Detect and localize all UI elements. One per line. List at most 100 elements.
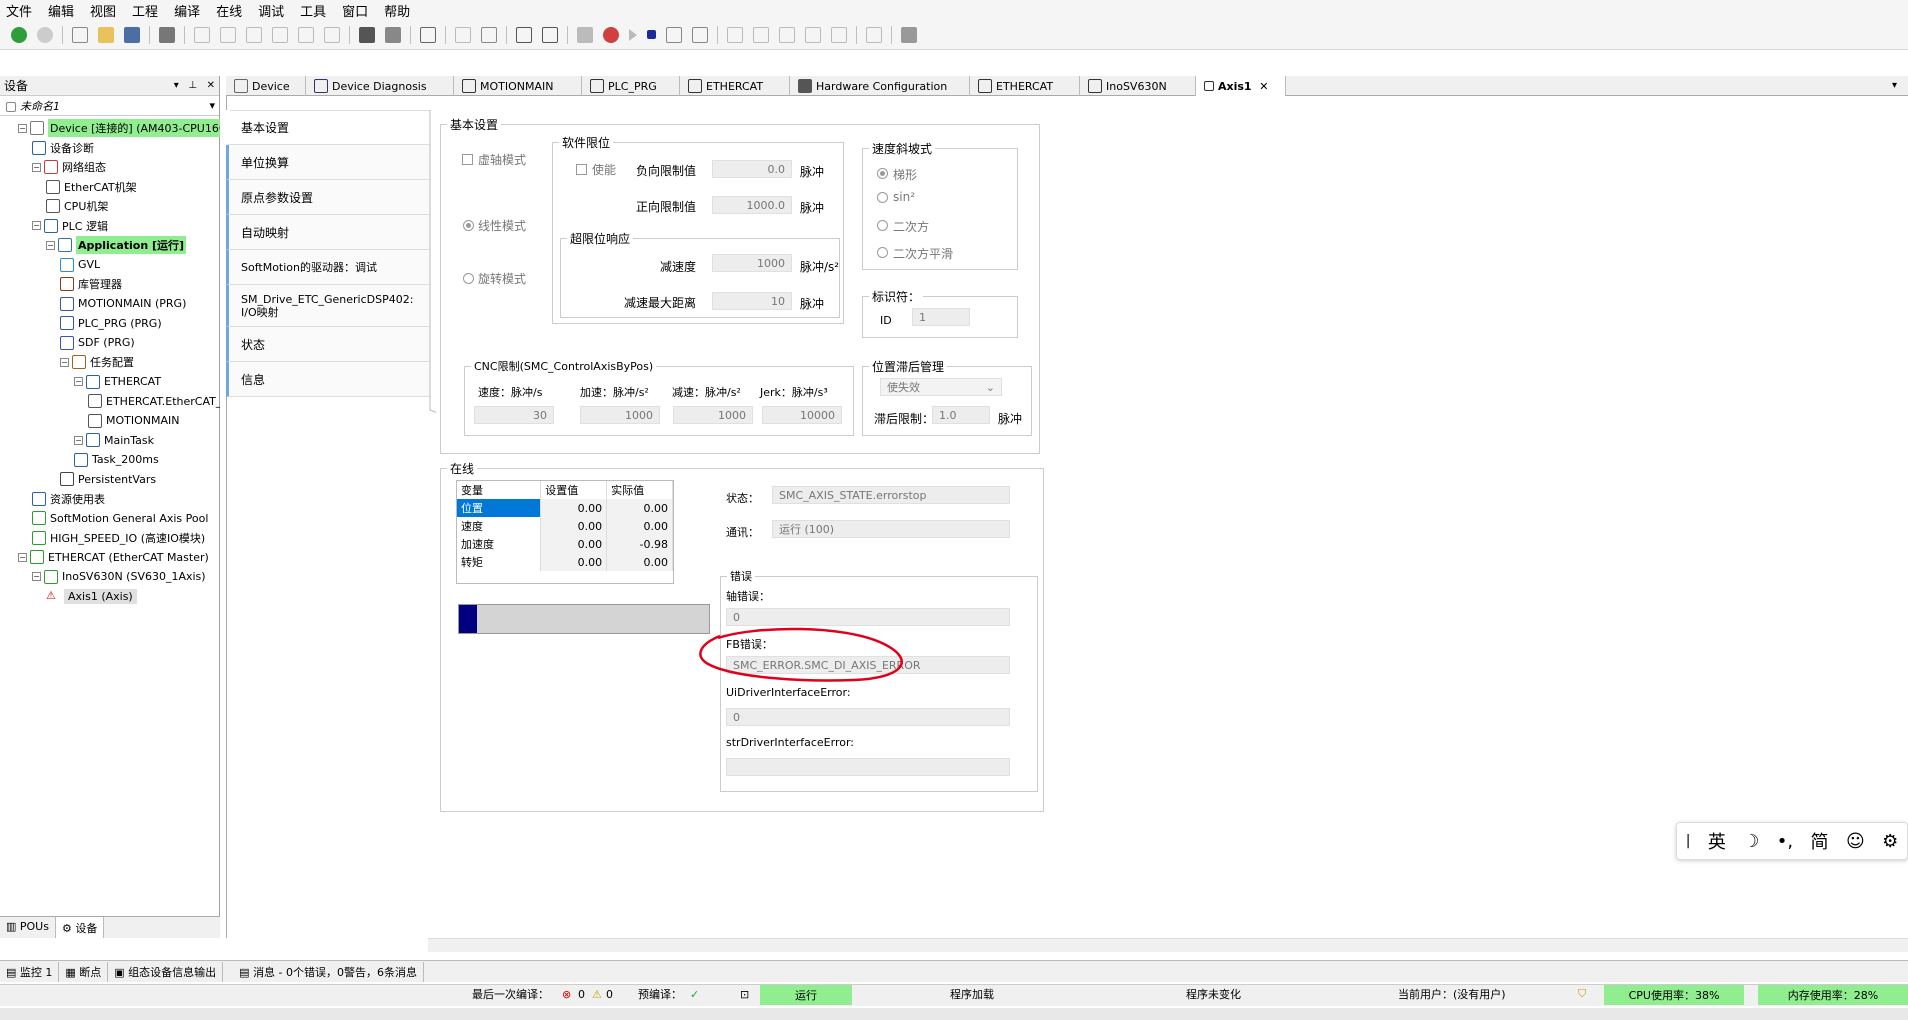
tree-item[interactable]: CPU机架 (46, 196, 220, 216)
menu-edit[interactable]: 编辑 (48, 1, 74, 20)
replace-icon[interactable] (385, 26, 401, 43)
ramp-quadratic-radio[interactable] (877, 220, 888, 231)
tree-expander-icon[interactable]: − (74, 435, 83, 445)
menu-online[interactable]: 在线 (216, 1, 242, 20)
doc-tab-plc-prg[interactable]: PLC_PRG (582, 76, 680, 96)
step-over-icon[interactable] (753, 26, 769, 43)
tree-expander-icon[interactable]: − (18, 123, 27, 133)
new-file-icon[interactable] (72, 26, 88, 43)
emoji-icon[interactable]: ☺ (1846, 831, 1865, 852)
punctuation-icon[interactable]: •, (1777, 831, 1793, 852)
step-into-icon[interactable] (779, 26, 795, 43)
tab-pous[interactable]: ▥ POUs (0, 917, 56, 938)
tree-item[interactable]: SDF (PRG) (60, 333, 220, 353)
print-icon[interactable] (159, 26, 175, 43)
lock-icon[interactable]: ⊡ (740, 984, 749, 1004)
save-icon[interactable] (124, 26, 140, 43)
insert-icon[interactable] (481, 26, 497, 43)
menu-build[interactable]: 编译 (174, 1, 200, 20)
redo-icon[interactable] (220, 26, 236, 43)
ramp-sin2-radio[interactable] (877, 192, 888, 203)
find-icon[interactable] (359, 26, 375, 43)
delete-icon[interactable] (324, 26, 340, 43)
cut-icon[interactable] (246, 26, 262, 43)
tree-expander-icon[interactable]: − (74, 377, 83, 386)
tree-item[interactable]: Task_200ms (74, 450, 220, 470)
write-values-icon[interactable] (692, 26, 708, 43)
start-icon[interactable] (629, 28, 637, 41)
stop-icon[interactable] (647, 30, 656, 39)
tree-item[interactable]: − 任务配置 (60, 352, 220, 372)
ime-drag-handle[interactable]: | (1686, 833, 1691, 849)
tree-expander-icon[interactable]: − (32, 572, 41, 581)
copy-icon[interactable] (272, 26, 288, 43)
paste-icon[interactable] (298, 26, 314, 43)
cnc-decel-field[interactable]: 1000 (673, 406, 753, 424)
tree-expander-icon[interactable]: − (18, 552, 27, 562)
editor-h-scrollbar[interactable] (428, 938, 1908, 952)
rotary-mode-radio[interactable] (463, 273, 474, 284)
tree-item[interactable]: SoftMotion General Axis Pool (32, 508, 220, 528)
tab-devices[interactable]: ⚙ 设备 (55, 917, 105, 938)
neg-limit-field[interactable]: 0.0 (712, 160, 792, 178)
menu-view[interactable]: 视图 (90, 1, 116, 20)
tree-item[interactable]: MOTIONMAIN (88, 411, 220, 431)
doc-tab-device-diagnosis[interactable]: Device Diagnosis (306, 76, 454, 96)
panel-menu-icon[interactable]: ▾ (174, 80, 179, 91)
ime-language-toggle[interactable]: 英 (1708, 828, 1726, 854)
table-row[interactable]: 加速度 0.00 -0.98 (457, 535, 673, 553)
tree-item[interactable]: PersistentVars (60, 469, 220, 489)
tree-item[interactable]: 设备诊断 (32, 138, 220, 158)
close-tab-icon[interactable]: ✕ (1259, 80, 1268, 93)
tab-device-config-output[interactable]: ▣ 组态设备信息输出 (108, 961, 224, 982)
run-to-cursor-icon[interactable] (831, 26, 847, 43)
ramp-quadratic-smooth-radio[interactable] (877, 247, 888, 258)
tree-item[interactable]: ETHERCAT.EtherCAT_Task (88, 391, 220, 411)
tree-item[interactable]: − ETHERCAT (EtherCAT Master) (18, 547, 220, 567)
moon-icon[interactable]: ☽ (1743, 831, 1759, 852)
linear-mode-radio[interactable] (463, 220, 474, 231)
tree-item[interactable]: − MainTask (74, 430, 220, 450)
forward-icon[interactable] (37, 26, 53, 43)
pin-icon[interactable]: ⊥ (188, 80, 197, 91)
doc-tab-axis1[interactable]: Axis1 ✕ (1196, 76, 1286, 96)
menu-help[interactable]: 帮助 (384, 1, 410, 20)
pos-limit-field[interactable]: 1000.0 (712, 196, 792, 214)
settings-gear-icon[interactable]: ⚙ (1882, 831, 1898, 852)
menu-tools[interactable]: 工具 (300, 1, 326, 20)
tree-item[interactable]: EtherCAT机架 (46, 177, 220, 197)
ramp-trapezoid-radio[interactable] (877, 168, 888, 179)
lag-limit-field[interactable]: 1.0 (932, 406, 990, 424)
table-row[interactable]: 速度 0.00 0.00 (457, 517, 673, 535)
tree-item[interactable]: 资源使用表 (32, 489, 220, 509)
tab-watch-1[interactable]: ▤ 监控 1 (0, 961, 60, 982)
soft-limit-enable-checkbox[interactable] (576, 164, 587, 175)
project-combo[interactable]: 未命名1 ▾ (0, 96, 219, 116)
tree-item[interactable]: − Application [运行] (46, 235, 220, 255)
tree-item[interactable]: − Device [连接的] (AM403-CPU1608TP (18, 118, 220, 138)
ime-simplified-toggle[interactable]: 简 (1811, 828, 1829, 854)
tree-item[interactable]: − ETHERCAT (74, 372, 220, 392)
tree-expander-icon[interactable]: − (32, 162, 41, 172)
tree-item[interactable]: HIGH_SPEED_IO (高速IO模块) (32, 528, 220, 548)
cnc-accel-field[interactable]: 1000 (580, 406, 660, 424)
menu-debug[interactable]: 调试 (258, 1, 284, 20)
tree-item[interactable]: − 网络组态 (32, 157, 220, 177)
overrun-decel-field[interactable]: 1000 (712, 254, 792, 272)
tree-item[interactable]: GVL (60, 255, 220, 275)
download-icon[interactable] (542, 26, 558, 43)
tree-item[interactable]: − PLC 逻辑 (32, 216, 220, 236)
select-all-icon[interactable] (420, 26, 436, 43)
tree-item[interactable]: PLC_PRG (PRG) (60, 313, 220, 333)
tab-list-dropdown-icon[interactable]: ▾ (1892, 76, 1908, 95)
doc-tab-device[interactable]: Device (226, 76, 306, 96)
logout-icon[interactable] (603, 26, 619, 43)
back-icon[interactable] (11, 26, 27, 43)
tree-expander-icon[interactable]: − (32, 221, 41, 230)
login-icon[interactable] (577, 26, 593, 43)
table-row[interactable]: 位置 0.00 0.00 (457, 499, 673, 517)
close-icon[interactable]: ✕ (207, 80, 215, 91)
breakpoint-icon[interactable] (727, 26, 743, 43)
tree-item[interactable]: MOTIONMAIN (PRG) (60, 294, 220, 314)
chevron-down-icon[interactable]: ▾ (209, 99, 215, 112)
